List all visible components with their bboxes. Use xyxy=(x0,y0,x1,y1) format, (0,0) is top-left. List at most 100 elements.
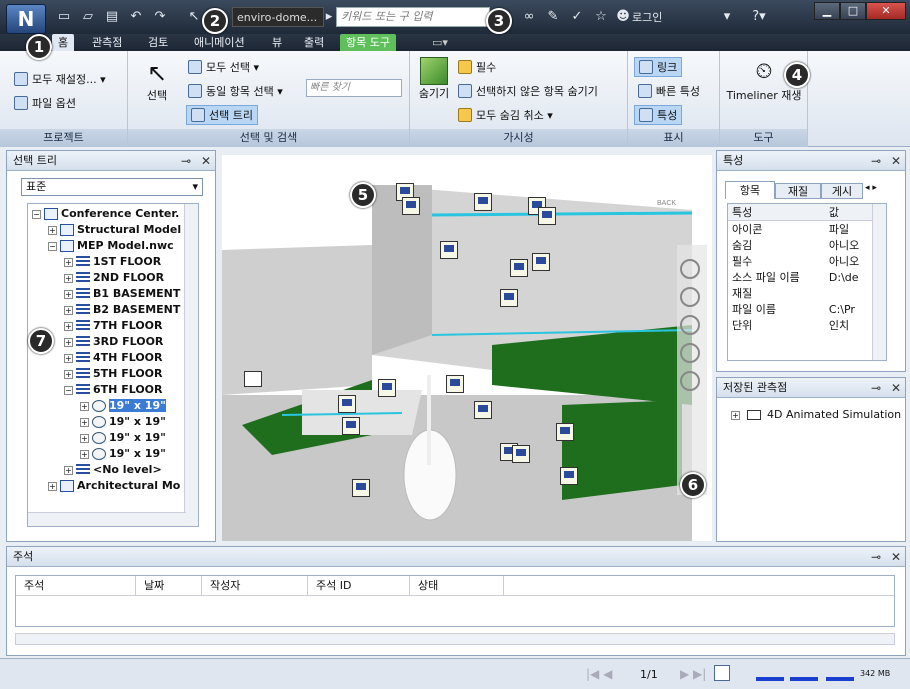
expand-icon[interactable]: + xyxy=(80,449,89,459)
close-panel-icon[interactable]: ✕ xyxy=(891,154,901,168)
orbit-icon[interactable] xyxy=(680,343,700,363)
3d-viewport[interactable]: BACK xyxy=(222,155,712,541)
tree-item[interactable]: − 6TH FLOOR xyxy=(28,382,198,398)
pin-icon[interactable]: ⊸ xyxy=(181,154,191,168)
minimize-button[interactable]: ▁ xyxy=(814,2,840,20)
pin-icon[interactable]: ⊸ xyxy=(871,381,881,395)
zoom-icon[interactable] xyxy=(680,315,700,335)
model-marker[interactable] xyxy=(440,241,458,259)
require-button[interactable]: 필수 xyxy=(458,59,496,75)
model-marker[interactable] xyxy=(338,395,356,413)
col-date[interactable]: 날짜 xyxy=(136,576,202,595)
tab-publish[interactable]: 게시 xyxy=(821,183,863,199)
next-page-icon[interactable]: ▶ ▶| xyxy=(680,667,706,681)
model-marker[interactable] xyxy=(538,207,556,225)
tree-item[interactable]: − Conference Center. xyxy=(28,206,198,222)
properties-button[interactable]: 특성 xyxy=(634,105,683,125)
select-all-button[interactable]: 모두 선택 ▾ xyxy=(188,59,259,75)
select-cursor-icon[interactable]: ↖ xyxy=(186,9,202,25)
links-button[interactable]: 링크 xyxy=(634,57,683,77)
expand-icon[interactable]: + xyxy=(64,369,73,379)
close-panel-icon[interactable]: ✕ xyxy=(891,550,901,564)
quick-properties-button[interactable]: 빠른 특성 xyxy=(638,83,700,99)
tab-home[interactable]: 홈 xyxy=(52,34,75,51)
wrench-icon[interactable]: ✎ xyxy=(544,9,562,25)
pin-icon[interactable]: ⊸ xyxy=(871,154,881,168)
subscription-icon[interactable]: ✓ xyxy=(568,9,586,25)
model-marker[interactable] xyxy=(532,253,550,271)
login-dropdown-icon[interactable]: ▾ xyxy=(718,9,736,25)
model-marker[interactable] xyxy=(560,467,578,485)
tab-scroll-arrows[interactable]: ◂ ▸ xyxy=(865,183,893,197)
model-marker[interactable] xyxy=(352,479,370,497)
collapse-icon[interactable]: − xyxy=(32,209,41,219)
hide-button[interactable]: 숨기기 xyxy=(416,57,452,101)
tree-item[interactable]: + Structural Model xyxy=(28,222,198,238)
tab-output[interactable]: 출력 xyxy=(298,34,330,51)
expand-icon[interactable]: + xyxy=(64,353,73,363)
model-marker[interactable] xyxy=(402,197,420,215)
model-marker[interactable] xyxy=(474,193,492,211)
tree-horizontal-scrollbar[interactable] xyxy=(28,512,186,526)
expand-icon[interactable]: + xyxy=(64,257,73,267)
tree-item[interactable]: + <No level> xyxy=(28,462,198,478)
selection-tree-button[interactable]: 선택 트리 xyxy=(186,105,258,125)
undo-icon[interactable]: ↶ xyxy=(128,9,144,25)
property-row[interactable]: 숨김 아니오 xyxy=(728,237,874,253)
col-comment-id[interactable]: 주석 ID xyxy=(308,576,410,595)
col-author[interactable]: 작성자 xyxy=(202,576,308,595)
tab-item-tools[interactable]: 항목 도구 xyxy=(340,34,396,51)
expand-icon[interactable]: + xyxy=(64,321,73,331)
expand-icon[interactable]: + xyxy=(64,289,73,299)
model-marker[interactable] xyxy=(500,289,518,307)
model-marker[interactable] xyxy=(378,379,396,397)
property-row[interactable]: 필수 아니오 xyxy=(728,253,874,269)
property-row[interactable]: 파일 이름 C:\Pr xyxy=(728,301,874,317)
tree-item[interactable]: +1ST FLOOR xyxy=(28,254,198,270)
pan-icon[interactable] xyxy=(680,287,700,307)
tree-item[interactable]: +4TH FLOOR xyxy=(28,350,198,366)
model-marker[interactable] xyxy=(474,401,492,419)
redo-icon[interactable]: ↷ xyxy=(152,9,168,25)
look-icon[interactable] xyxy=(680,371,700,391)
expand-icon[interactable]: + xyxy=(48,481,57,491)
binoculars-icon[interactable]: ∞ xyxy=(520,9,538,25)
saved-view-item[interactable]: + 4D Animated Simulation xyxy=(731,408,901,421)
property-row[interactable]: 아이콘 파일 xyxy=(728,221,874,238)
tab-view[interactable]: 뷰 xyxy=(266,34,288,51)
tab-animation[interactable]: 애니메이션 xyxy=(188,34,251,51)
print-icon[interactable]: ▤ xyxy=(104,9,120,25)
expand-icon[interactable]: + xyxy=(80,401,89,411)
property-row[interactable]: 재질 xyxy=(728,285,874,301)
tab-review[interactable]: 검토 xyxy=(142,34,174,51)
model-marker[interactable] xyxy=(556,423,574,441)
pin-icon[interactable]: ⊸ xyxy=(871,550,881,564)
col-comment[interactable]: 주석 xyxy=(16,576,136,595)
favorites-star-icon[interactable]: ☆ xyxy=(592,9,610,25)
tree-item[interactable]: +19" x 19" xyxy=(28,446,198,462)
tree-item[interactable]: +7TH FLOOR xyxy=(28,318,198,334)
tree-item[interactable]: +5TH FLOOR xyxy=(28,366,198,382)
tree-mode-select[interactable]: 표준 ▾ xyxy=(21,178,203,196)
maximize-button[interactable]: □ xyxy=(840,2,866,20)
expand-icon[interactable]: + xyxy=(731,410,740,420)
property-row[interactable]: 단위 인치 xyxy=(728,317,874,333)
select-button[interactable]: ↖ 선택 xyxy=(140,59,174,103)
unhide-all-button[interactable]: 모두 숨김 취소 ▾ xyxy=(458,107,553,123)
search-expand-icon[interactable]: ▸ xyxy=(324,9,334,25)
expand-icon[interactable]: + xyxy=(64,337,73,347)
expand-icon[interactable]: + xyxy=(64,305,73,315)
hide-unselected-button[interactable]: 선택하지 않은 항목 숨기기 xyxy=(458,83,598,99)
tree-item[interactable]: − MEP Model.nwc xyxy=(28,238,198,254)
expand-icon[interactable]: + xyxy=(80,433,89,443)
refresh-all-button[interactable]: 모두 재설정... ▾ xyxy=(14,71,106,87)
model-marker[interactable] xyxy=(446,375,464,393)
tree-item[interactable]: + B1 BASEMENT xyxy=(28,286,198,302)
first-page-icon[interactable]: |◀ ◀ xyxy=(586,667,612,681)
help-icon[interactable]: ?▾ xyxy=(748,9,770,25)
tree-vertical-scrollbar[interactable] xyxy=(184,204,198,526)
properties-scrollbar[interactable] xyxy=(872,204,886,360)
property-row[interactable]: 소스 파일 이름 D:\de xyxy=(728,269,874,285)
model-marker[interactable] xyxy=(512,445,530,463)
tab-viewpoint[interactable]: 관측점 xyxy=(86,34,128,51)
